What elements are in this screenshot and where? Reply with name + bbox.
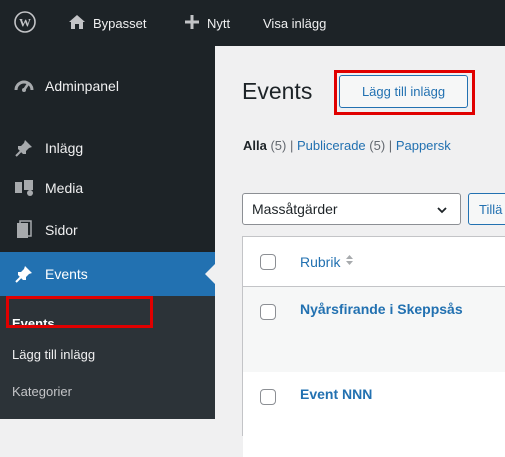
sidebar-item-label: Media [45,180,84,196]
filter-all-count: (5) [270,138,287,153]
sidebar-item-label: Sidor [45,222,78,238]
post-title-link[interactable]: Event NNN [300,386,372,402]
sidebar-item-label: Adminpanel [45,78,119,94]
sidebar-item-media[interactable]: Media [0,168,215,208]
pin-icon [13,264,35,284]
table-header: Rubrik [243,237,505,287]
submenu-item-categories[interactable]: Kategorier [12,384,72,399]
site-name-link[interactable]: Bypasset [68,0,146,46]
current-indicator [205,264,215,284]
new-content-label: Nytt [207,15,231,31]
filter-all[interactable]: Alla [243,138,267,153]
sidebar-item-dashboard[interactable]: Adminpanel [0,66,215,106]
admin-bar: W Bypasset Nytt Visa inlägg [0,0,505,46]
column-title-header[interactable]: Rubrik [300,253,354,270]
plus-icon [184,14,200,33]
highlight-box [334,70,475,115]
bulk-actions-value: Massåtgärder [252,201,338,217]
pages-icon [13,220,35,240]
sidebar-item-pages[interactable]: Sidor [0,210,215,250]
admin-sidebar: Adminpanel Inlägg Media Sidor Events Eve… [0,46,215,419]
submenu-item-add-new[interactable]: Lägg till inlägg [12,347,95,362]
home-icon [68,14,86,33]
row-checkbox[interactable] [260,389,276,405]
bulk-actions-select[interactable]: Massåtgärder [242,193,461,225]
new-content-link[interactable]: Nytt [184,0,230,46]
table-row: Event NNN [243,372,505,457]
filter-separator: | [388,138,393,153]
page-title: Events [242,78,313,104]
post-title-link[interactable]: Nyårsfirande i Skeppsås [300,301,463,317]
view-posts-link[interactable]: Visa inlägg [263,0,326,46]
main-content: Events Lägg till inlägg Alla (5) | Publi… [215,46,505,457]
filter-separator: | [289,138,294,153]
select-all-checkbox[interactable] [260,254,276,270]
wordpress-logo-icon: W [14,10,36,36]
view-posts-label: Visa inlägg [263,15,327,31]
wordpress-logo-button[interactable]: W [14,0,36,46]
highlight-box [6,296,153,328]
row-checkbox[interactable] [260,304,276,320]
dashboard-icon [13,76,35,96]
filter-published[interactable]: Publicerade [297,138,366,153]
media-icon [13,178,35,198]
status-filters: Alla (5) | Publicerade (5) | Pappersk [243,138,451,153]
sidebar-item-events[interactable]: Events [0,252,215,296]
sidebar-item-label: Inlägg [45,140,84,156]
filter-published-count: (5) [369,138,386,153]
filter-trash[interactable]: Pappersk [396,138,451,153]
posts-table: Rubrik Nyårsfirande i Skeppsås Event NNN [242,236,505,457]
sort-icon [345,253,354,270]
svg-text:W: W [19,15,31,29]
pin-icon [13,138,35,158]
chevron-down-icon [436,203,448,219]
site-name-label: Bypasset [93,15,147,31]
sidebar-item-posts[interactable]: Inlägg [0,128,215,168]
apply-button[interactable]: Tillä [468,193,505,225]
column-title-label: Rubrik [300,253,341,270]
table-row: Nyårsfirande i Skeppsås [243,287,505,372]
sidebar-item-label: Events [45,266,88,282]
